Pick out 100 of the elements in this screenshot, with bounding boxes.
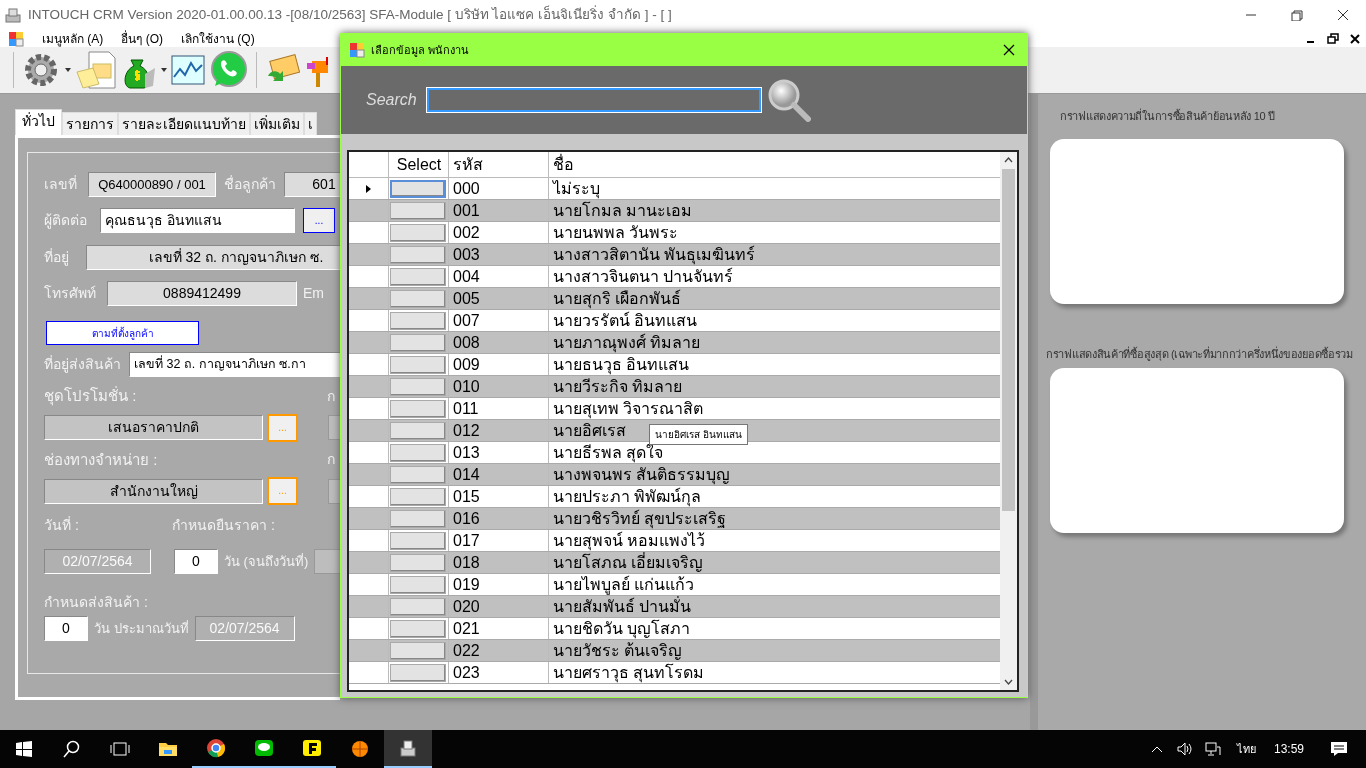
table-cell: 008 xyxy=(449,332,549,353)
field-label: วัน (จนถึงวันที่) xyxy=(224,552,309,571)
select-cell-button[interactable] xyxy=(390,597,446,616)
network-icon[interactable] xyxy=(1204,742,1221,756)
text-field[interactable]: สำนักงานใหญ่ xyxy=(44,478,263,504)
windows-icon[interactable] xyxy=(16,741,32,757)
table-cell: 013 xyxy=(449,442,549,463)
close-icon[interactable] xyxy=(1349,32,1361,45)
clock[interactable]: 13:59 xyxy=(1273,740,1304,758)
table-cell: 021 xyxy=(449,618,549,639)
restore-icon[interactable] xyxy=(1327,32,1339,45)
table-cell: 019 xyxy=(449,574,549,595)
select-cell-button[interactable] xyxy=(390,399,446,418)
notification-icon[interactable] xyxy=(1330,741,1348,757)
text-field[interactable]: 0889412499 xyxy=(107,281,297,306)
select-cell-button[interactable] xyxy=(390,663,446,682)
browse-button[interactable]: ... xyxy=(303,208,335,233)
select-cell-button[interactable] xyxy=(390,531,446,550)
column-header[interactable]: รหัส xyxy=(449,152,549,177)
field-label: วันที่ : xyxy=(44,515,80,535)
field-label: กำหนดส่งสินค้า : xyxy=(44,593,148,612)
tab[interactable]: รายการ xyxy=(62,112,118,135)
search-field[interactable] xyxy=(426,88,761,112)
table-cell: 000 xyxy=(449,178,549,199)
locate-button[interactable]: ตามที่ตั้งลูกค้า xyxy=(46,321,199,345)
table-cell: 011 xyxy=(449,398,549,419)
window-title: INTOUCH CRM Version 2020-01.00.00.13 -[08/10/2563] SFA-Module [ บริษัท ไอแซค เอ็นจิเนียริ่ง จำกัด ] - [ ] xyxy=(28,4,672,24)
text-field[interactable]: เลขที่ 32 ถ. กาญจนาภิเษก ซ.กา xyxy=(129,352,340,377)
field-label: วัน ประมาณวันที่ xyxy=(94,619,189,638)
tab[interactable]: เพิ่มเติม xyxy=(250,112,304,135)
select-cell-button[interactable] xyxy=(390,267,446,286)
phone-bubble-icon[interactable] xyxy=(209,50,249,90)
table-cell: 020 xyxy=(449,596,549,617)
text-field[interactable]: คุณธนวุธ อินทแสน xyxy=(100,208,295,233)
scrollbar-thumb[interactable] xyxy=(1002,169,1015,511)
text-field[interactable]: เสนอราคาปกติ xyxy=(44,415,263,440)
select-cell-button[interactable] xyxy=(390,465,446,484)
table-cell: 016 xyxy=(449,508,549,529)
caret-icon[interactable] xyxy=(161,68,167,72)
menu-item[interactable]: อื่นๆ (O) xyxy=(121,29,163,48)
menu-item[interactable]: เมนูหลัก (A) xyxy=(42,29,104,48)
select-cell-button[interactable] xyxy=(390,641,446,660)
select-cell-button[interactable] xyxy=(390,311,446,330)
task-view-icon[interactable] xyxy=(110,741,130,757)
select-cell-button[interactable] xyxy=(390,487,446,506)
select-cell-button[interactable] xyxy=(390,201,446,220)
field-label: เลขที่ xyxy=(44,174,78,194)
tab[interactable]: รายละเอียดแนบท้าย xyxy=(118,112,250,135)
text-field[interactable]: 601 xyxy=(284,172,340,197)
taskbar-button[interactable] xyxy=(384,730,432,768)
chevron-up-icon[interactable] xyxy=(1004,157,1013,163)
select-cell-button[interactable] xyxy=(390,509,446,528)
field-label: โทรศัพท์ xyxy=(44,284,97,303)
search-label: Search xyxy=(366,90,417,110)
field-label: ที่อยู่ xyxy=(44,247,70,268)
field-label: ผู้ติดต่อ xyxy=(44,211,88,231)
select-cell-button[interactable] xyxy=(390,223,446,242)
app-icon xyxy=(349,42,365,58)
text-field[interactable]: 0 xyxy=(44,616,88,641)
f-logo-icon xyxy=(302,738,322,758)
tab[interactable]: เ xyxy=(304,112,317,135)
caret-icon[interactable] xyxy=(65,68,71,72)
field-label: ชุดโปรโมชั่น : xyxy=(44,385,138,408)
select-cell-button[interactable] xyxy=(390,421,446,440)
text-field[interactable]: เลขที่ 32 ถ. กาญจนาภิเษก ซ. xyxy=(86,245,340,270)
chat-bubble-icon xyxy=(254,738,274,758)
table-cell: 022 xyxy=(449,640,549,661)
select-cell-button[interactable] xyxy=(390,377,446,396)
caret-right-icon xyxy=(366,184,371,193)
language-indicator[interactable]: ไทย xyxy=(1236,740,1256,758)
select-cell-button[interactable] xyxy=(390,553,446,572)
table-cell: 005 xyxy=(449,288,549,309)
table-cell: 015 xyxy=(449,486,549,507)
search-icon[interactable] xyxy=(63,740,81,758)
field-label: Em xyxy=(303,284,324,303)
text-field[interactable]: 0 xyxy=(174,549,218,574)
field-label: ก xyxy=(327,386,335,406)
select-cell-button[interactable] xyxy=(390,619,446,638)
field-label: ชื่อลูกค้า xyxy=(224,174,277,195)
select-cell-button[interactable] xyxy=(390,355,446,374)
close-icon[interactable] xyxy=(1003,44,1015,56)
select-cell-button[interactable] xyxy=(390,179,446,198)
line-chart-icon[interactable] xyxy=(171,53,205,87)
select-cell-button[interactable] xyxy=(390,443,446,462)
table-cell: 012 xyxy=(449,420,549,441)
table-cell: 017 xyxy=(449,530,549,551)
select-cell-button[interactable] xyxy=(390,245,446,264)
select-cell-button[interactable] xyxy=(390,575,446,594)
scrollbar[interactable] xyxy=(1000,152,1017,690)
select-cell-button[interactable] xyxy=(390,333,446,352)
close-icon[interactable] xyxy=(1336,9,1350,21)
menu-item[interactable]: เลิกใช้งาน (Q) xyxy=(181,29,255,48)
text-field[interactable]: Q640000890 / 001 xyxy=(88,172,216,197)
tab[interactable]: ทั่วไป xyxy=(15,109,62,135)
table-cell: 018 xyxy=(449,552,549,573)
chevron-down-icon[interactable] xyxy=(1004,679,1013,685)
volume-icon[interactable] xyxy=(1176,742,1193,756)
table-cell: 001 xyxy=(449,200,549,221)
column-header[interactable]: Select xyxy=(389,152,449,177)
select-cell-button[interactable] xyxy=(390,289,446,308)
